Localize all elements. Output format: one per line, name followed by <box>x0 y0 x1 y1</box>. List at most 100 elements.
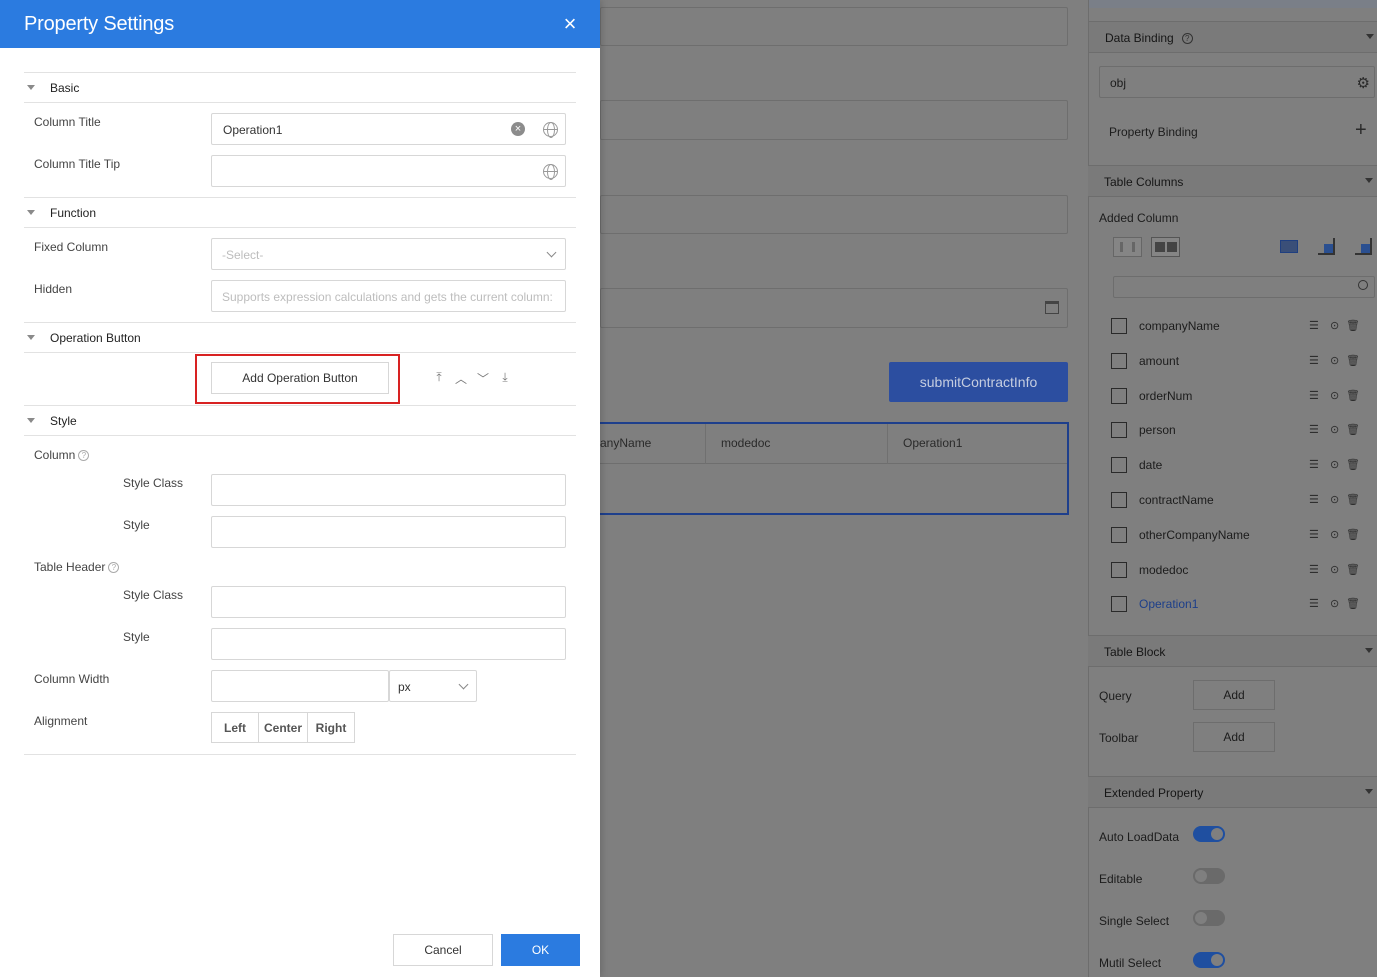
section-title: Extended Property <box>1104 786 1204 800</box>
column-list-item[interactable]: otherCompanyName ☰ ⊙ 🗑 <box>1111 525 1371 545</box>
column-style-input[interactable] <box>211 516 566 548</box>
column-checkbox[interactable] <box>1111 318 1127 334</box>
trash-icon[interactable]: 🗑 <box>1346 528 1360 542</box>
align-center-button[interactable]: Center <box>258 712 308 743</box>
column-checkbox[interactable] <box>1111 422 1127 438</box>
column-checkbox[interactable] <box>1111 527 1127 543</box>
trash-icon[interactable]: 🗑 <box>1346 493 1360 507</box>
data-binding-input[interactable]: obj ⚙ <box>1099 66 1375 98</box>
move-top-icon[interactable]: ⤒ <box>432 370 446 385</box>
column-list-item[interactable]: modedoc ☰ ⊙ 🗑 <box>1111 560 1371 580</box>
operation-button-section-header[interactable]: Operation Button <box>24 322 576 353</box>
function-section-header[interactable]: Function <box>24 197 576 228</box>
append-column-icon[interactable] <box>1355 238 1372 255</box>
move-up-icon[interactable]: ︿ <box>454 370 468 387</box>
reorder-icon[interactable]: ☰ <box>1309 563 1319 577</box>
settings-icon[interactable]: ⊙ <box>1330 458 1339 472</box>
layout-blocks-icon[interactable] <box>1151 237 1180 257</box>
reorder-icon[interactable]: ☰ <box>1309 458 1319 472</box>
column-width-unit-select[interactable]: px <box>389 670 477 702</box>
add-operation-button[interactable]: Add Operation Button <box>211 362 389 394</box>
column-checkbox[interactable] <box>1111 457 1127 473</box>
ok-button[interactable]: OK <box>501 934 580 966</box>
submit-contract-button: submitContractInfo <box>889 362 1068 402</box>
close-icon[interactable]: × <box>560 13 580 35</box>
globe-icon[interactable] <box>543 164 558 180</box>
reorder-icon[interactable]: ☰ <box>1309 389 1319 403</box>
toggle-switch[interactable] <box>1193 826 1225 842</box>
column-checkbox[interactable] <box>1111 596 1127 612</box>
settings-icon[interactable]: ⊙ <box>1330 389 1339 403</box>
trash-icon[interactable]: 🗑 <box>1346 354 1360 368</box>
globe-icon[interactable] <box>543 122 558 138</box>
header-style-input[interactable] <box>211 628 566 660</box>
reorder-icon[interactable]: ☰ <box>1309 423 1319 437</box>
column-width-input[interactable] <box>211 670 389 702</box>
column-title-tip-input[interactable] <box>211 155 566 187</box>
clear-icon[interactable]: × <box>511 122 525 136</box>
collapse-caret-icon <box>1365 789 1373 794</box>
reorder-icon[interactable]: ☰ <box>1309 493 1319 507</box>
trash-icon[interactable]: 🗑 <box>1346 423 1360 437</box>
settings-icon[interactable]: ⊙ <box>1330 354 1339 368</box>
settings-icon[interactable]: ⊙ <box>1330 597 1339 611</box>
table-header-cell: Operation1 <box>903 436 963 450</box>
move-bottom-icon[interactable]: ⤓ <box>498 370 512 385</box>
reorder-icon[interactable]: ☰ <box>1309 354 1319 368</box>
toggle-switch[interactable] <box>1193 910 1225 926</box>
extended-property-section[interactable]: Extended Property <box>1088 776 1377 808</box>
column-name: date <box>1139 458 1163 472</box>
column-checkbox[interactable] <box>1111 492 1127 508</box>
column-list-item[interactable]: date ☰ ⊙ 🗑 <box>1111 455 1371 475</box>
column-list-item[interactable]: amount ☰ ⊙ 🗑 <box>1111 351 1371 371</box>
settings-icon[interactable]: ⊙ <box>1330 563 1339 577</box>
column-list-item[interactable]: contractName ☰ ⊙ 🗑 <box>1111 490 1371 510</box>
layout-split-icon[interactable] <box>1113 237 1142 257</box>
trash-icon[interactable]: 🗑 <box>1346 458 1360 472</box>
column-list-item[interactable]: orderNum ☰ ⊙ 🗑 <box>1111 386 1371 406</box>
cancel-button[interactable]: Cancel <box>393 934 493 966</box>
trash-icon[interactable]: 🗑 <box>1346 319 1360 333</box>
gear-icon[interactable]: ⚙ <box>1357 74 1370 92</box>
settings-icon[interactable]: ⊙ <box>1330 528 1339 542</box>
toggle-switch[interactable] <box>1193 868 1225 884</box>
fixed-column-select[interactable]: -Select- <box>211 238 566 270</box>
align-left-button[interactable]: Left <box>211 712 259 743</box>
move-down-icon[interactable]: ﹀ <box>476 370 490 387</box>
column-list-item[interactable]: Operation1 ☰ ⊙ 🗑 <box>1111 594 1371 614</box>
add-property-binding-icon[interactable]: + <box>1355 120 1367 140</box>
reorder-icon[interactable]: ☰ <box>1309 597 1319 611</box>
column-checkbox[interactable] <box>1111 562 1127 578</box>
column-list-item[interactable]: companyName ☰ ⊙ 🗑 <box>1111 316 1371 336</box>
reorder-icon[interactable]: ☰ <box>1309 319 1319 333</box>
trash-icon[interactable]: 🗑 <box>1346 389 1360 403</box>
basic-section-header[interactable]: Basic <box>24 72 576 103</box>
table-block-section[interactable]: Table Block <box>1088 635 1377 667</box>
column-style-class-input[interactable] <box>211 474 566 506</box>
alignment-label: Alignment <box>34 714 88 728</box>
select-column-icon[interactable] <box>1280 240 1298 253</box>
settings-icon[interactable]: ⊙ <box>1330 319 1339 333</box>
panel-top-strip <box>1089 0 1377 8</box>
column-checkbox[interactable] <box>1111 353 1127 369</box>
toggle-switch[interactable] <box>1193 952 1225 968</box>
hidden-expression-input[interactable]: Supports expression calculations and get… <box>211 280 566 312</box>
reorder-icon[interactable]: ☰ <box>1309 528 1319 542</box>
settings-icon[interactable]: ⊙ <box>1330 493 1339 507</box>
settings-icon[interactable]: ⊙ <box>1330 423 1339 437</box>
column-name: contractName <box>1139 493 1214 507</box>
data-binding-section[interactable]: Data Binding? <box>1089 21 1377 53</box>
table-columns-section[interactable]: Table Columns <box>1088 165 1377 197</box>
style-section-header[interactable]: Style <box>24 405 576 436</box>
header-style-class-input[interactable] <box>211 586 566 618</box>
toolbar-add-button[interactable]: Add <box>1193 722 1275 752</box>
column-list-item[interactable]: person ☰ ⊙ 🗑 <box>1111 420 1371 440</box>
trash-icon[interactable]: 🗑 <box>1346 563 1360 577</box>
column-title-input[interactable]: Operation1 × <box>211 113 566 145</box>
column-search-input[interactable] <box>1113 276 1375 298</box>
align-right-button[interactable]: Right <box>307 712 355 743</box>
query-add-button[interactable]: Add <box>1193 680 1275 710</box>
column-checkbox[interactable] <box>1111 388 1127 404</box>
trash-icon[interactable]: 🗑 <box>1346 597 1360 611</box>
insert-column-icon[interactable] <box>1318 238 1335 255</box>
